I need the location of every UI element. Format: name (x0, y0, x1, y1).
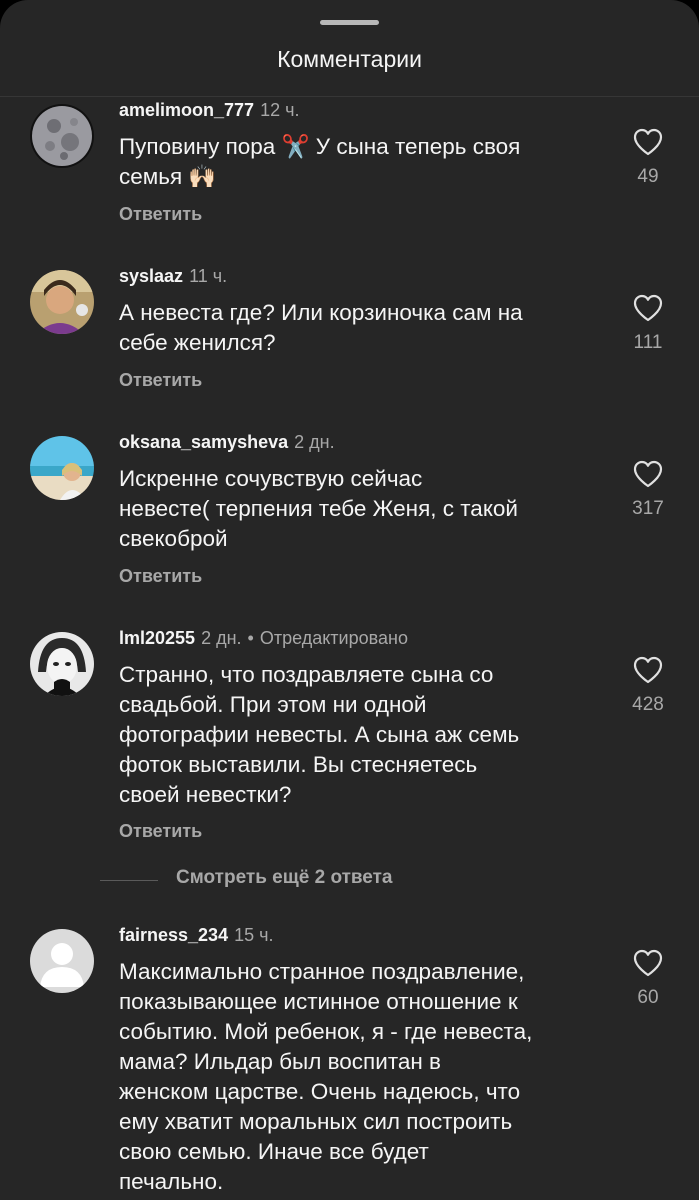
user-photo-avatar[interactable] (30, 270, 94, 334)
comment-meta: syslaaz 11 ч. (119, 266, 227, 287)
comment-time: 2 дн. (201, 628, 242, 648)
like-count: 428 (632, 694, 664, 715)
reply-button[interactable]: Ответить (119, 204, 202, 225)
header-divider (0, 96, 699, 97)
beach-photo-avatar[interactable] (30, 436, 94, 500)
comment-text: Пуповину пора ✂️ У сына теперь своя семь… (119, 134, 521, 189)
username[interactable]: fairness_234 (119, 925, 228, 945)
reply-button[interactable]: Ответить (119, 821, 202, 842)
comments-sheet: Комментарии amelimoon_777 12 ч. Пуповину … (0, 0, 699, 1200)
username[interactable]: lml20255 (119, 628, 195, 648)
sheet-title: Комментарии (277, 46, 422, 72)
like-control: 317 (620, 460, 676, 520)
username[interactable]: oksana_samysheva (119, 432, 288, 452)
like-count: 49 (637, 166, 659, 187)
like-control: 111 (620, 294, 676, 354)
edited-label: Отредактировано (259, 628, 408, 648)
comment-meta: fairness_234 15 ч. (119, 925, 274, 946)
reply-button[interactable]: Ответить (119, 566, 202, 587)
like-control: 60 (620, 949, 676, 1009)
comment-time: 15 ч. (234, 925, 274, 945)
like-count: 60 (637, 987, 659, 1008)
like-count: 317 (632, 498, 664, 519)
moon-avatar[interactable] (30, 104, 94, 168)
heart-icon[interactable] (633, 656, 663, 684)
reply-button[interactable]: Ответить (119, 370, 202, 391)
replies-line (100, 880, 158, 881)
heart-icon[interactable] (633, 949, 663, 977)
comment-meta: amelimoon_777 12 ч. (119, 100, 299, 121)
drag-handle[interactable] (320, 20, 379, 25)
comment-time: 12 ч. (260, 100, 300, 120)
like-control: 428 (620, 656, 676, 716)
meta-separator: • (247, 628, 254, 648)
like-control: 49 (620, 128, 676, 188)
comment-time: 11 ч. (189, 266, 228, 286)
username[interactable]: amelimoon_777 (119, 100, 254, 120)
default-avatar[interactable] (30, 929, 94, 993)
username[interactable]: syslaaz (119, 266, 183, 286)
comment-time: 2 дн. (294, 432, 335, 452)
heart-icon[interactable] (633, 460, 663, 488)
comment-text: Максимально странное поздравление, показ… (119, 959, 533, 1194)
heart-icon[interactable] (633, 128, 663, 156)
view-more-replies-label[interactable]: Смотреть ещё 2 ответа (176, 867, 393, 889)
portrait-photo-avatar[interactable] (30, 632, 94, 696)
comment-text: Странно, что поздравляете сына со свадьб… (119, 662, 520, 807)
comment-text: А невеста где? Или корзиночка сам на себ… (119, 300, 523, 355)
heart-icon[interactable] (633, 294, 663, 322)
like-count: 111 (633, 332, 663, 353)
comment-text: Искренне сочувствую сейчас невесте( терп… (119, 466, 519, 551)
comment-meta: lml20255 2 дн. • Отредактировано (119, 628, 408, 649)
comment-meta: oksana_samysheva 2 дн. (119, 432, 335, 453)
